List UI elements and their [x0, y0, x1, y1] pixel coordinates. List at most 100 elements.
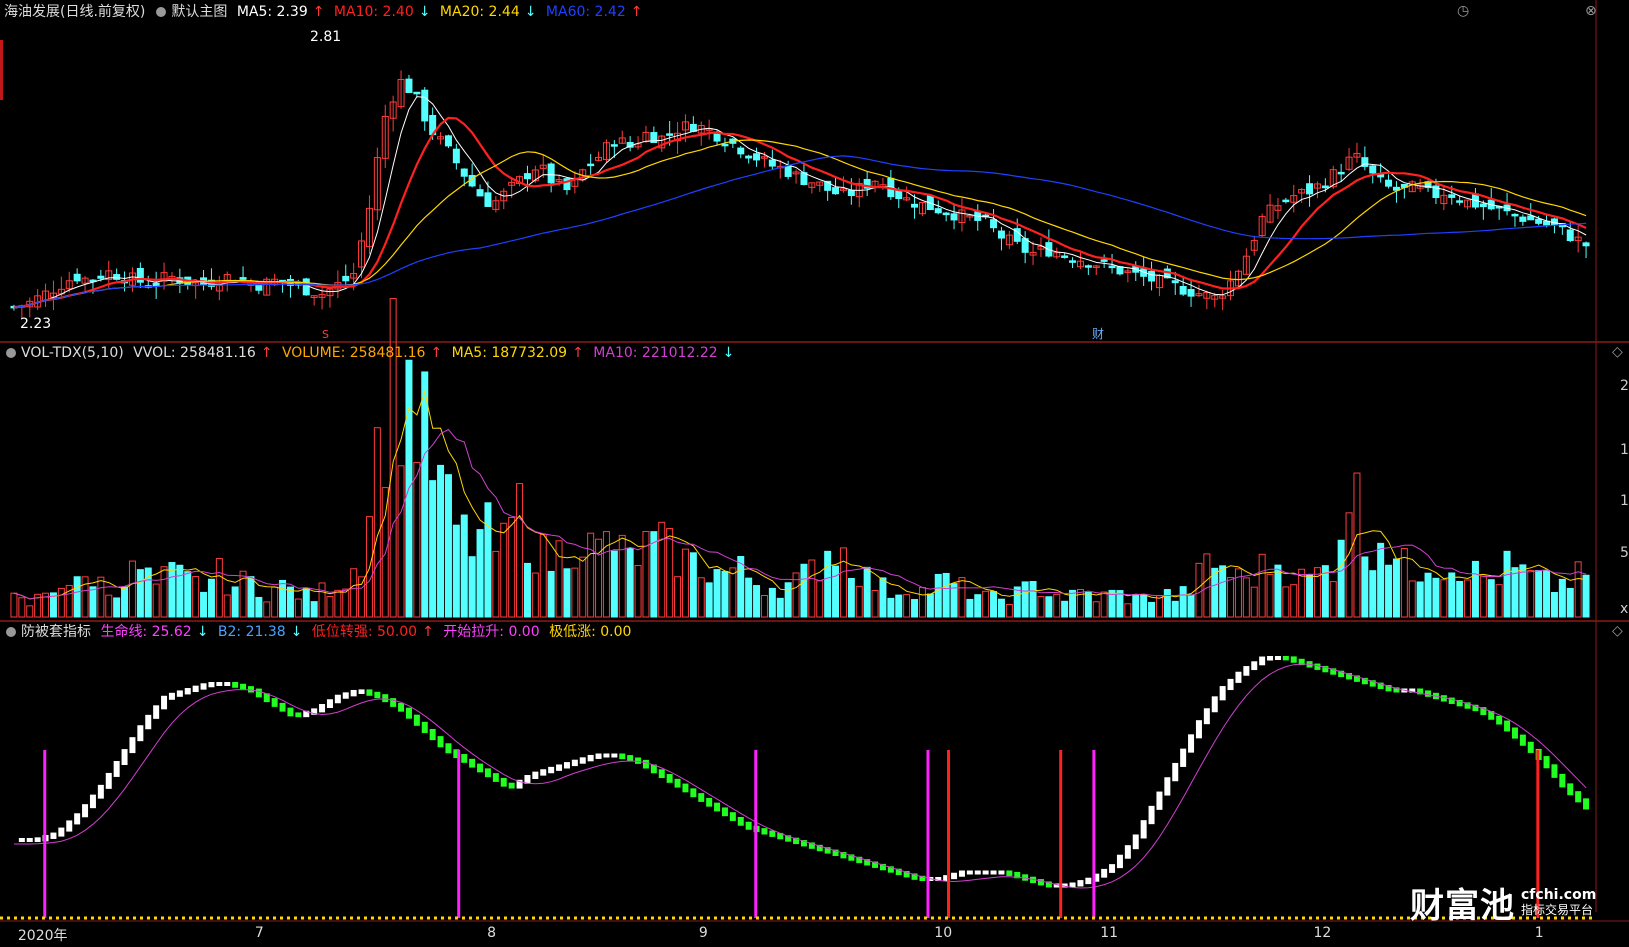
volume-bar [223, 594, 231, 618]
indicator-bar [255, 688, 262, 698]
indicator-bar [500, 777, 507, 787]
volume-bar [879, 577, 887, 618]
volume-bar [1171, 600, 1179, 618]
indicator-bar [1164, 777, 1171, 796]
indicator-bar [974, 870, 981, 875]
indicator-bar [319, 704, 326, 713]
indicator-bar [50, 832, 57, 839]
indicator-bar [1188, 734, 1195, 753]
candle-body [1148, 270, 1156, 282]
volume-bar [1464, 579, 1472, 618]
main-chart-label[interactable]: 默认主图 [171, 4, 227, 20]
volume-bar [168, 562, 176, 618]
volume-bar [358, 576, 366, 618]
volume-bar [1408, 580, 1416, 618]
volume-bar [847, 577, 855, 618]
start-rise-label: 开始拉升: 0.00 [443, 624, 540, 640]
indicator-bar [571, 759, 578, 767]
indicator-bar [729, 812, 736, 821]
time-axis-label: 10 [934, 925, 953, 941]
candle-body [1385, 179, 1393, 187]
volume-bar [1424, 572, 1432, 618]
clock-icon[interactable]: ◷ [1457, 3, 1469, 19]
volume-bar [1361, 556, 1369, 618]
volume-bar [1503, 550, 1511, 618]
volume-bar [57, 587, 65, 618]
volume-bar [1045, 596, 1053, 618]
indicator-bar [1251, 661, 1258, 671]
indicator-bar [721, 807, 728, 817]
volume-bar [318, 582, 326, 618]
volume-bar [579, 556, 587, 618]
indicator-bar [587, 754, 594, 762]
price-low-label: 2.23 [20, 316, 51, 332]
volume-bar [73, 576, 81, 618]
volume-bar [1140, 594, 1148, 618]
indicator-bar [374, 691, 381, 699]
volume-bar [279, 579, 287, 618]
volume-bar [429, 480, 437, 618]
diamond-icon[interactable]: ◇ [1612, 623, 1623, 639]
candle-body [1321, 185, 1329, 189]
indicator-bar [666, 774, 673, 783]
stock-title[interactable]: 海油发展(日线.前复权) [4, 4, 145, 20]
price-high-label: 2.81 [310, 29, 341, 45]
signal-lines [43, 750, 1540, 918]
volume-bar [334, 589, 342, 618]
settings-dot-icon[interactable] [156, 7, 167, 17]
volume-bar [832, 565, 840, 618]
volume-bar [1495, 584, 1503, 618]
volume-bar [1148, 601, 1156, 618]
volume-bar [681, 548, 689, 618]
indicator-bar [247, 686, 254, 693]
volume-bar [634, 565, 642, 618]
volume-bar [839, 547, 847, 618]
volume-bar [373, 427, 381, 618]
volume-bar [113, 597, 121, 618]
volume-bar [397, 465, 405, 618]
indicator-bar [279, 702, 286, 712]
volume-bar [887, 597, 895, 618]
volume-bar [1132, 594, 1140, 618]
indicator-bar [224, 682, 231, 686]
time-axis-label: 1 [1534, 925, 1544, 941]
indicator-bar [1314, 663, 1321, 670]
indicator-bar [1519, 734, 1526, 746]
candle-body [990, 219, 998, 229]
settings-dot-icon[interactable] [6, 627, 16, 637]
volume-bar [1242, 577, 1250, 618]
watermark-text: cfchi.com 指标交易平台 [1521, 886, 1597, 917]
volume-bar [1179, 586, 1187, 618]
volume-bar [1306, 574, 1314, 618]
stock-chart[interactable]: 2.81 2.23 S 财 [0, 0, 1629, 947]
settings-dot-icon[interactable] [6, 348, 16, 358]
indicator-bar [271, 698, 278, 707]
candle-body [547, 163, 555, 184]
close-icon[interactable]: ⊗ [1585, 3, 1597, 19]
volume-bar [271, 586, 279, 618]
indicator-name[interactable]: 防被套指标 [21, 624, 91, 640]
indicator-bar [1124, 845, 1131, 859]
volume-bar [1511, 567, 1519, 618]
indicator-bar [619, 753, 626, 760]
s-marker: S [322, 328, 329, 341]
indicator-bar [706, 797, 713, 807]
diamond-icon[interactable]: ◇ [1612, 344, 1623, 360]
candle-body [1108, 265, 1116, 269]
volume-bar [1234, 568, 1242, 618]
volume-bar [547, 570, 555, 618]
volume-bar [160, 566, 168, 618]
volume-bar [563, 568, 571, 618]
volume-bar [1329, 581, 1337, 618]
indicator-bar [714, 802, 721, 812]
volume-bar [184, 571, 192, 618]
indicator-bar [137, 725, 144, 742]
candle-body [452, 148, 460, 164]
candle-body [460, 168, 468, 177]
indicator-bar [1101, 868, 1108, 878]
volume-bar [523, 562, 531, 618]
indicator-bar [1156, 791, 1163, 810]
indicator-bar [982, 870, 989, 875]
volume-indicator-name[interactable]: VOL-TDX(5,10) [21, 345, 124, 361]
watermark-brand: 财富池 [1410, 886, 1515, 926]
